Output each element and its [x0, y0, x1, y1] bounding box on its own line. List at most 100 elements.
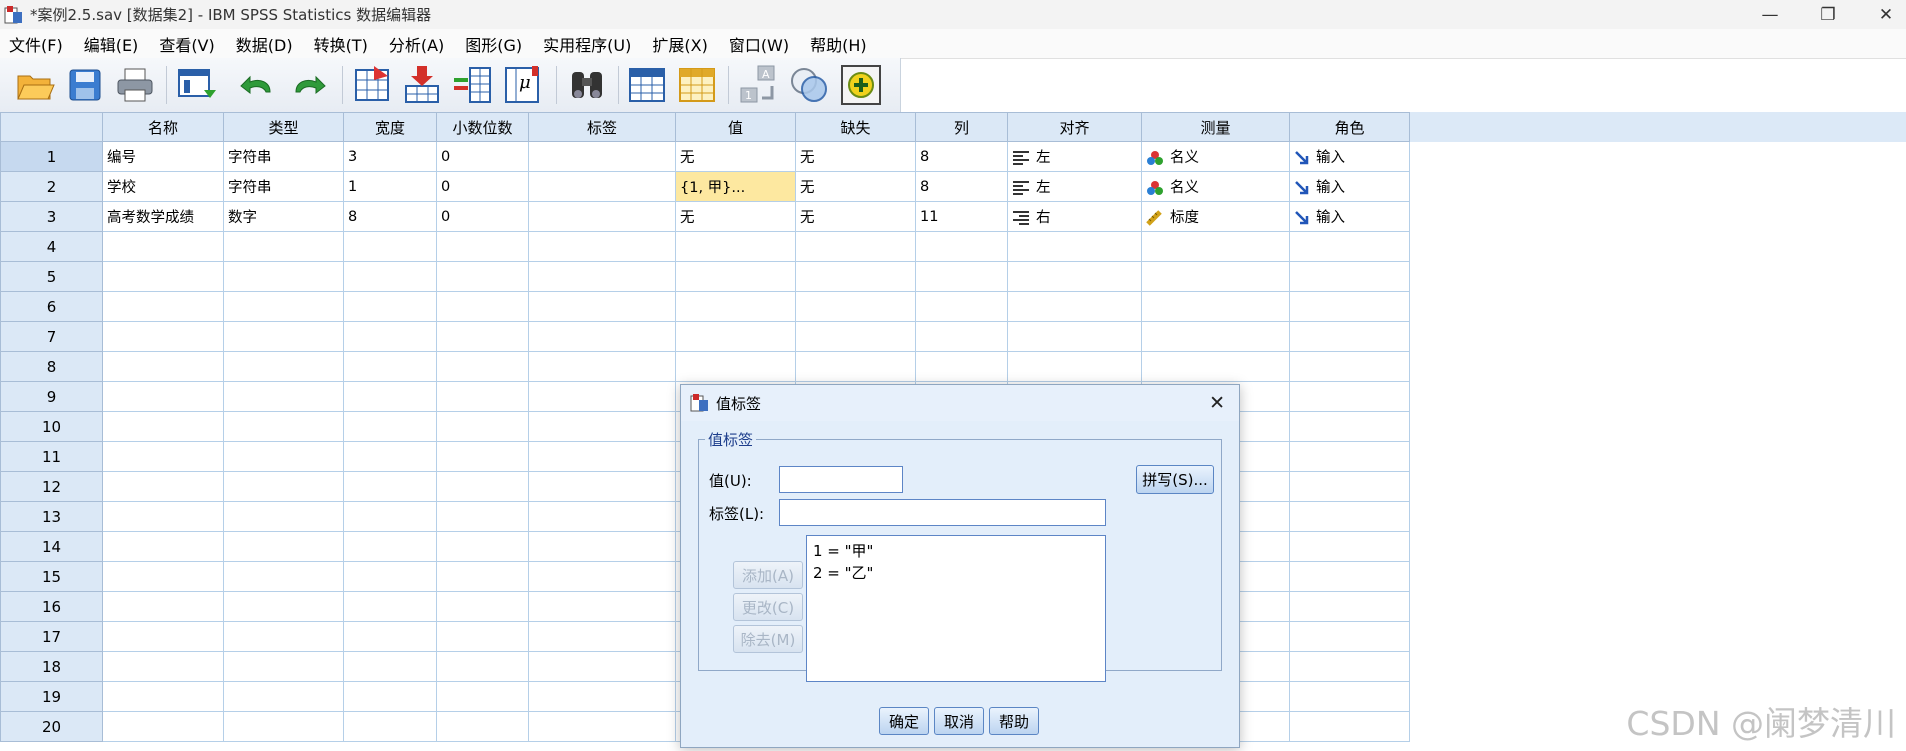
empty-cell[interactable] [915, 231, 1008, 262]
empty-cell[interactable] [795, 261, 916, 292]
empty-cell[interactable] [343, 261, 437, 292]
save-icon[interactable] [64, 64, 106, 106]
empty-cell[interactable] [528, 591, 676, 622]
empty-cell[interactable] [102, 381, 224, 412]
empty-cell[interactable] [223, 291, 344, 322]
empty-cell[interactable] [1289, 351, 1410, 382]
menu-transform[interactable]: 转换(T) [305, 32, 380, 56]
row-number[interactable]: 1 [0, 141, 103, 172]
cell-role[interactable]: 输入 [1289, 201, 1410, 232]
empty-cell[interactable] [1141, 231, 1290, 262]
header-label[interactable]: 标签 [528, 112, 676, 142]
cancel-button[interactable]: 取消 [934, 707, 984, 735]
empty-cell[interactable] [1289, 621, 1410, 652]
header-missing[interactable]: 缺失 [795, 112, 916, 142]
empty-cell[interactable] [528, 531, 676, 562]
menu-data[interactable]: 数据(D) [227, 32, 305, 56]
goto-variable-icon[interactable] [402, 64, 444, 106]
empty-cell[interactable] [343, 381, 437, 412]
empty-cell[interactable] [223, 651, 344, 682]
recall-dialog-icon[interactable] [176, 64, 218, 106]
empty-cell[interactable] [528, 381, 676, 412]
empty-cell[interactable] [528, 711, 676, 742]
empty-cell[interactable] [223, 591, 344, 622]
empty-cell[interactable] [1289, 231, 1410, 262]
print-icon[interactable] [114, 64, 156, 106]
empty-cell[interactable] [343, 681, 437, 712]
cell-columns[interactable]: 8 [915, 141, 1008, 172]
value-labels-icon[interactable]: A 1 [738, 64, 780, 106]
row-number[interactable]: 11 [0, 441, 103, 472]
empty-cell[interactable] [223, 351, 344, 382]
minimize-button[interactable]: — [1740, 0, 1800, 29]
value-labels-list[interactable]: 1 = "甲" 2 = "乙" [806, 535, 1106, 682]
empty-cell[interactable] [102, 711, 224, 742]
row-number[interactable]: 10 [0, 411, 103, 442]
empty-cell[interactable] [223, 531, 344, 562]
empty-cell[interactable] [436, 591, 529, 622]
empty-cell[interactable] [343, 471, 437, 502]
help-button[interactable]: 帮助 [989, 707, 1039, 735]
split-file-icon[interactable] [626, 64, 668, 106]
row-number[interactable]: 12 [0, 471, 103, 502]
empty-cell[interactable] [1007, 231, 1142, 262]
empty-cell[interactable] [1007, 351, 1142, 382]
empty-cell[interactable] [223, 381, 344, 412]
spelling-icon[interactable] [840, 64, 882, 106]
close-window-button[interactable]: ✕ [1856, 0, 1906, 29]
row-number[interactable]: 4 [0, 231, 103, 262]
menu-analyze[interactable]: 分析(A) [380, 32, 456, 56]
restore-button[interactable]: ❐ [1798, 0, 1858, 29]
empty-cell[interactable] [102, 471, 224, 502]
empty-cell[interactable] [675, 261, 796, 292]
empty-cell[interactable] [436, 651, 529, 682]
empty-cell[interactable] [223, 561, 344, 592]
cell-measure[interactable]: 名义 [1141, 141, 1290, 172]
empty-cell[interactable] [343, 651, 437, 682]
run-descriptive-icon[interactable]: μ [502, 64, 544, 106]
row-number[interactable]: 18 [0, 651, 103, 682]
empty-cell[interactable] [223, 411, 344, 442]
empty-cell[interactable] [436, 411, 529, 442]
row-number[interactable]: 17 [0, 621, 103, 652]
empty-cell[interactable] [1289, 651, 1410, 682]
use-sets-icon[interactable] [788, 64, 830, 106]
cell-align[interactable]: 左 [1007, 171, 1142, 202]
empty-cell[interactable] [528, 291, 676, 322]
empty-cell[interactable] [1141, 351, 1290, 382]
empty-cell[interactable] [528, 411, 676, 442]
corner-cell[interactable] [0, 112, 103, 142]
empty-cell[interactable] [102, 261, 224, 292]
empty-cell[interactable] [528, 321, 676, 352]
empty-cell[interactable] [436, 261, 529, 292]
empty-cell[interactable] [1289, 561, 1410, 592]
empty-cell[interactable] [102, 441, 224, 472]
empty-cell[interactable] [675, 291, 796, 322]
empty-cell[interactable] [795, 231, 916, 262]
empty-cell[interactable] [343, 351, 437, 382]
empty-cell[interactable] [343, 411, 437, 442]
dialog-title-bar[interactable]: 值标签 ✕ [681, 385, 1239, 421]
empty-cell[interactable] [102, 231, 224, 262]
cell-columns[interactable]: 11 [915, 201, 1008, 232]
row-number[interactable]: 2 [0, 171, 103, 202]
empty-cell[interactable] [436, 321, 529, 352]
empty-cell[interactable] [436, 711, 529, 742]
menu-utilities[interactable]: 实用程序(U) [534, 32, 643, 56]
cell-type[interactable]: 字符串 [223, 141, 344, 172]
empty-cell[interactable] [915, 321, 1008, 352]
cell-role[interactable]: 输入 [1289, 141, 1410, 172]
menu-view[interactable]: 查看(V) [150, 32, 226, 56]
row-number[interactable]: 3 [0, 201, 103, 232]
empty-cell[interactable] [436, 621, 529, 652]
cell-label[interactable] [528, 201, 676, 232]
empty-cell[interactable] [1289, 531, 1410, 562]
empty-cell[interactable] [528, 621, 676, 652]
empty-cell[interactable] [795, 321, 916, 352]
row-number[interactable]: 5 [0, 261, 103, 292]
spelling-button[interactable]: 拼写(S)... [1136, 465, 1214, 494]
empty-cell[interactable] [343, 231, 437, 262]
list-item[interactable]: 2 = "乙" [813, 562, 1099, 584]
empty-cell[interactable] [436, 681, 529, 712]
empty-cell[interactable] [795, 291, 916, 322]
